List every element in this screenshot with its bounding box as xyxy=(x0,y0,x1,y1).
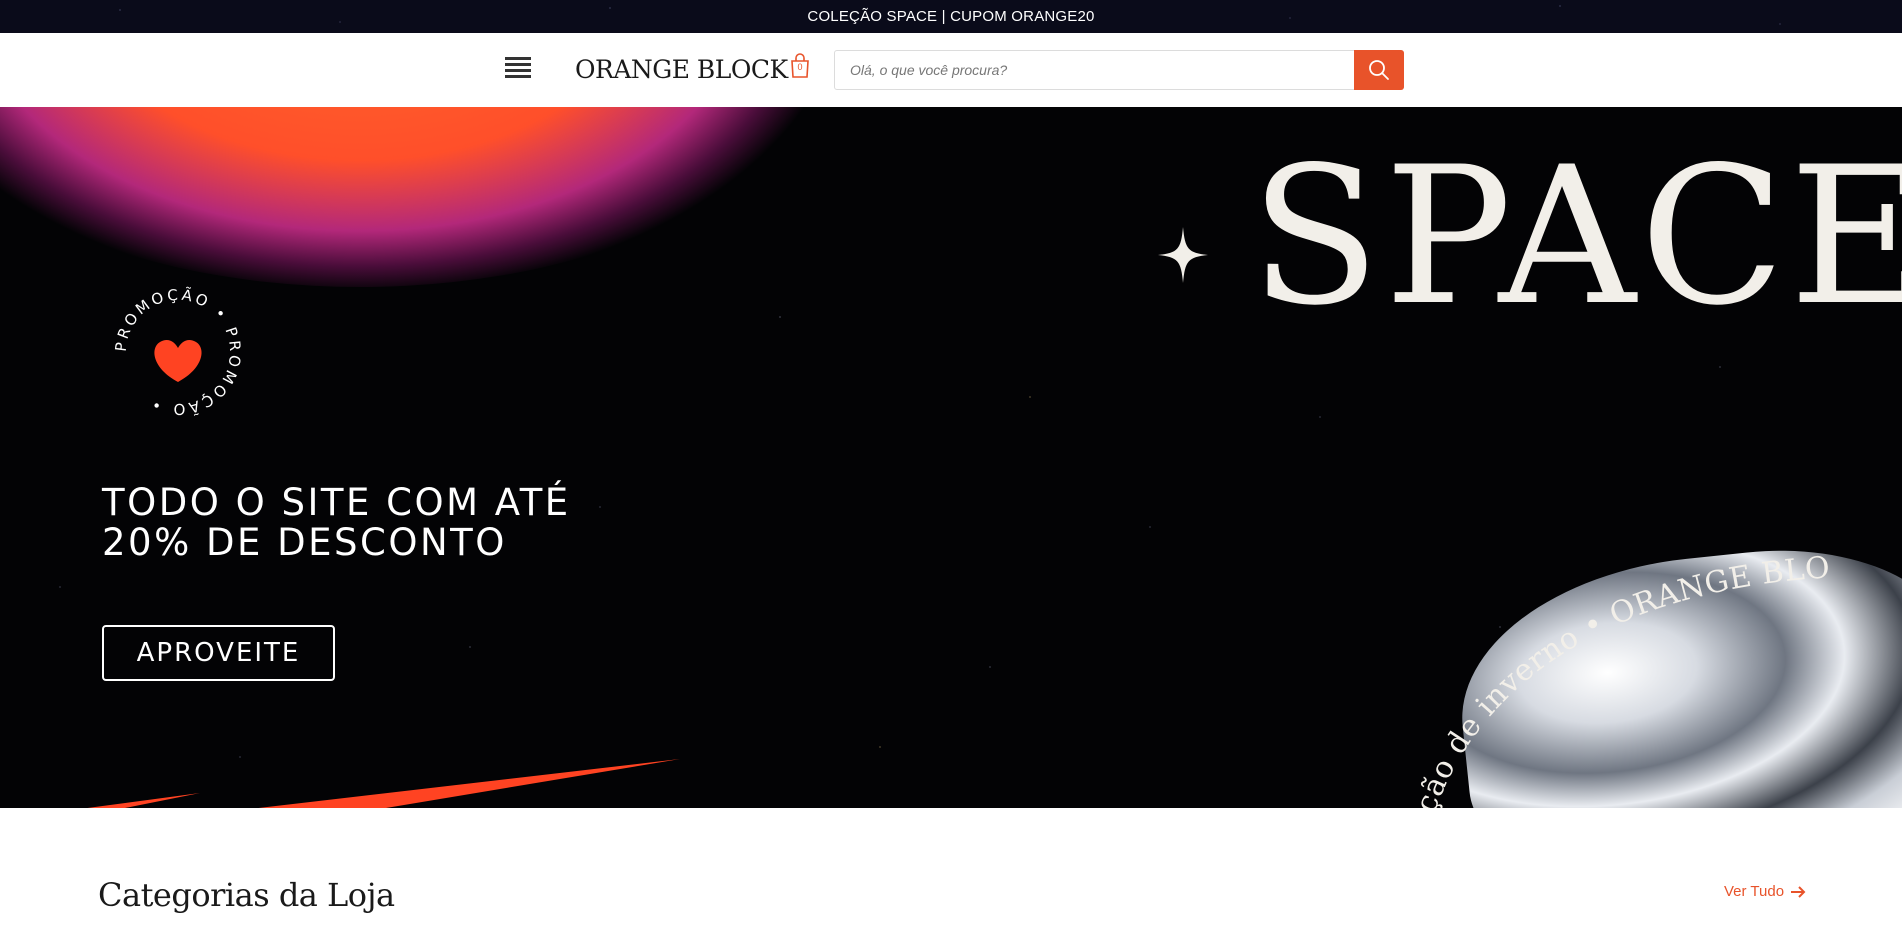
planet-glow xyxy=(0,107,840,287)
site-header: ORANGE BLOCK 0 xyxy=(0,33,1902,107)
arrow-right-icon xyxy=(1791,885,1806,898)
headline-line-2: 20% DE DESCONTO xyxy=(102,521,507,564)
arc-text: coleção de inverno • ORANGE BLOCK xyxy=(1360,457,1831,808)
hero-headline: TODO O SITE COM ATÉ 20% DE DESCONTO xyxy=(102,483,702,563)
sparkle-star-icon xyxy=(1158,227,1208,283)
categories-section: Categorias da Loja Ver Tudo xyxy=(0,808,1902,925)
space-title: SPACE xyxy=(1250,126,1902,347)
categories-title: Categorias da Loja xyxy=(98,876,395,914)
announcement-bar: COLEÇÃO SPACE | CUPOM ORANGE20 xyxy=(0,0,1902,33)
orange-streak xyxy=(87,759,680,808)
hamburger-menu-icon[interactable] xyxy=(505,57,531,81)
search-icon xyxy=(1369,60,1389,80)
heart-icon xyxy=(154,339,202,382)
search-button[interactable] xyxy=(1354,50,1404,90)
hero-banner[interactable]: PROMOÇÃO • PROMOÇÃO • TODO O SITE COM AT… xyxy=(0,107,1902,808)
see-all-link[interactable]: Ver Tudo xyxy=(1724,883,1806,900)
search-bar xyxy=(834,50,1404,90)
svg-text:coleção de inverno • ORANGE BL: coleção de inverno • ORANGE BLOCK xyxy=(1360,457,1831,808)
search-input[interactable] xyxy=(835,51,1355,89)
aproveite-button[interactable]: APROVEITE xyxy=(102,625,335,681)
logo[interactable]: ORANGE BLOCK xyxy=(575,51,788,87)
see-all-label: Ver Tudo xyxy=(1724,883,1785,900)
promo-badge: PROMOÇÃO • PROMOÇÃO • xyxy=(112,285,242,418)
cart-button[interactable]: 0 xyxy=(788,53,812,79)
collection-arc-text: coleção de inverno • ORANGE BLOCK xyxy=(1360,457,1831,808)
announcement-text: COLEÇÃO SPACE | CUPOM ORANGE20 xyxy=(807,8,1095,25)
cart-count: 0 xyxy=(797,62,803,72)
logo-text: ORANGE BLOCK xyxy=(575,54,788,84)
headline-line-1: TODO O SITE COM ATÉ xyxy=(102,481,571,524)
